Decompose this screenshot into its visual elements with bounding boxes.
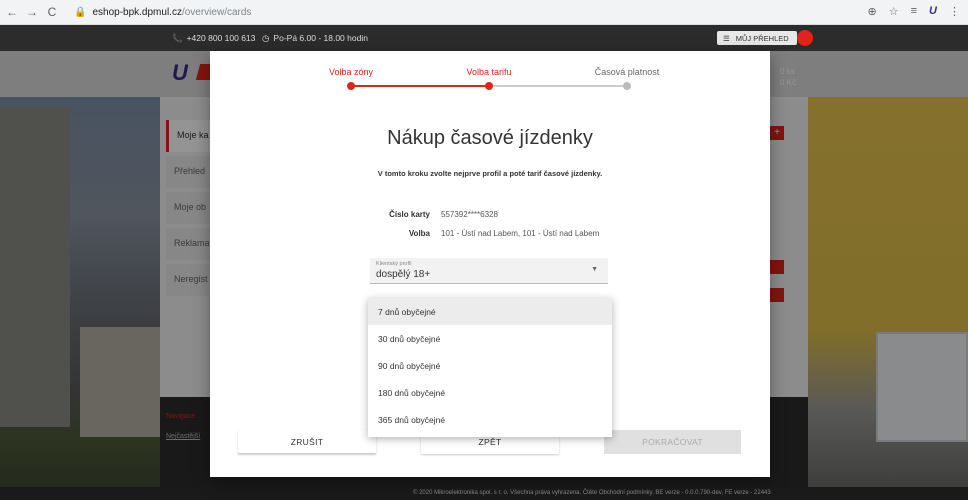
copyright-text: © 2020 Mikroelektronika spol. s r. o. Vš… (413, 490, 771, 496)
my-overview-button[interactable]: ☰ MŮJ PŘEHLED (717, 31, 797, 45)
tariff-option[interactable]: 365 dnů obyčejné (368, 406, 612, 433)
purchase-dialog: Volba zóny Volba tarifu Časová platnost … (210, 51, 770, 477)
dialog-title: Nákup časové jízdenky (387, 127, 593, 149)
step-dot-zone (347, 82, 355, 90)
star-icon[interactable]: ☆ (889, 5, 899, 18)
step-label-tariff[interactable]: Volba tarifu (429, 67, 549, 77)
step-dot-tariff (485, 82, 493, 90)
site-topbar: 📞 +420 800 100 613 ◷ Po-Pá 6.00 - 18.00 … (0, 25, 968, 51)
zoom-icon[interactable]: ⊕ (868, 5, 877, 18)
zone-value: 101 - Ústí nad Labem, 101 - Ústí nad Lab… (441, 229, 600, 238)
list-icon: ☰ (723, 33, 730, 43)
step-dot-validity (623, 82, 631, 90)
tariff-option[interactable]: 90 dnů obyčejné (368, 352, 612, 379)
url-path: /overview/cards (181, 6, 252, 18)
caret-down-icon: ▼ (591, 266, 598, 273)
tariff-option[interactable]: 30 dnů obyčejné (368, 325, 612, 352)
reload-icon[interactable]: C (44, 5, 60, 19)
address-bar[interactable]: 🔒 eshop-bpk.dpmul.cz/overview/cards (74, 7, 251, 18)
lock-icon: 🔒 (74, 6, 87, 18)
stepper-line-done (351, 85, 489, 87)
profile-select[interactable]: Klientský profil dospělý 18+ ▼ (370, 258, 608, 284)
hours-text: Po-Pá 6.00 - 18.00 hodin (273, 33, 368, 43)
stepper-line-pending (489, 85, 627, 87)
cancel-button[interactable]: ZRUŠIT (238, 430, 376, 454)
stepper: Volba zóny Volba tarifu Časová platnost (210, 51, 770, 97)
card-number-label: Číslo karty (389, 210, 430, 219)
opening-hours: ◷ Po-Pá 6.00 - 18.00 hodin (262, 33, 368, 44)
tariff-option[interactable]: 7 dnů obyčejné (368, 298, 612, 325)
card-number-value: 557392****6328 (441, 210, 498, 219)
copyright-bar: © 2020 Mikroelektronika spol. s r. o. Vš… (0, 487, 968, 500)
contact-phone: 📞 +420 800 100 613 (172, 33, 255, 44)
browser-toolbar: ← → C 🔒 eshop-bpk.dpmul.cz/overview/card… (0, 0, 968, 25)
zone-label: Volba (408, 229, 430, 238)
forward-icon[interactable]: → (24, 5, 40, 19)
phone-icon: 📞 (172, 32, 183, 43)
profile-select-value: dospělý 18+ (376, 269, 431, 280)
step-label-validity: Časová platnost (594, 67, 660, 77)
menu-icon[interactable]: ⋮ (949, 5, 960, 18)
phone-text: +420 800 100 613 (186, 33, 256, 43)
step-label-zone[interactable]: Volba zóny (291, 67, 411, 77)
my-overview-label: MŮJ PŘEHLED (735, 33, 789, 43)
user-icon[interactable] (797, 30, 813, 46)
extension-icon[interactable]: U (929, 5, 937, 18)
tariff-option[interactable]: 180 dnů obyčejné (368, 379, 612, 406)
dialog-subtitle: V tomto kroku zvolte nejprve profil a po… (377, 169, 603, 178)
profile-select-label: Klientský profil (376, 261, 412, 267)
reading-list-icon[interactable]: ≡ (911, 5, 917, 18)
continue-button[interactable]: POKRAČOVAT (604, 430, 741, 454)
clock-icon: ◷ (262, 32, 270, 43)
url-host: eshop-bpk.dpmul.cz (92, 6, 182, 18)
tariff-dropdown: 7 dnů obyčejné 30 dnů obyčejné 90 dnů ob… (368, 298, 612, 437)
back-icon[interactable]: ← (4, 5, 20, 19)
